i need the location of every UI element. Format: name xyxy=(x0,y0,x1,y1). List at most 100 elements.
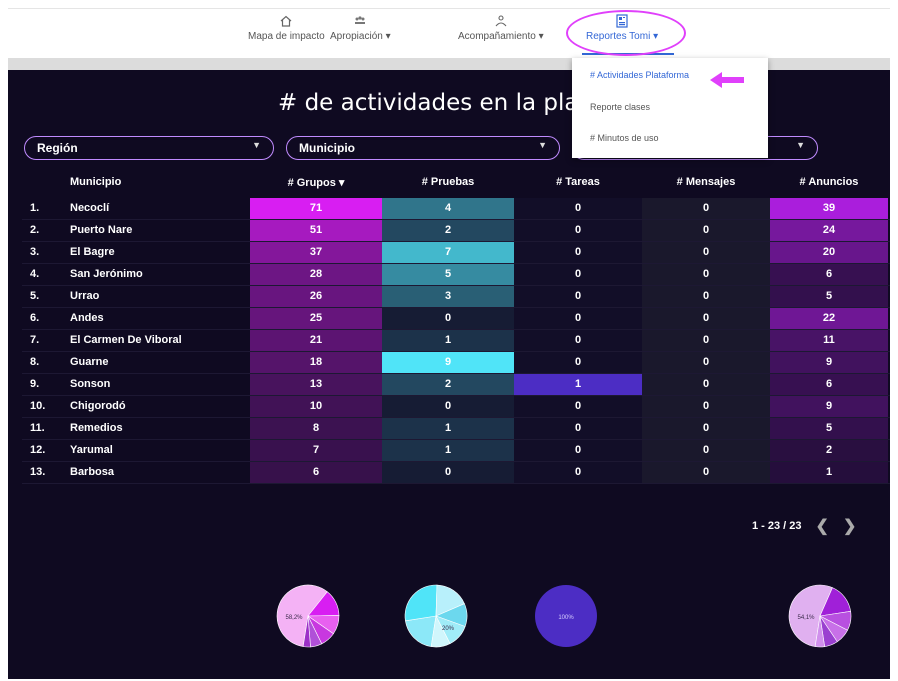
cell-grupos: 21 xyxy=(250,330,382,351)
header-tareas[interactable]: # Tareas xyxy=(514,176,642,194)
pie-tareas: 100% xyxy=(535,585,597,647)
cell-municipio: Puerto Nare xyxy=(70,224,133,236)
cell-tareas: 0 xyxy=(514,286,642,307)
cell-municipio: San Jerónimo xyxy=(70,268,143,280)
table-row[interactable]: 12. Yarumal 7 1 0 0 2 xyxy=(22,440,890,462)
table-row[interactable]: 9. Sonson 13 2 1 0 6 xyxy=(22,374,890,396)
row-index: 13. xyxy=(30,466,46,478)
pagination: 1 - 23 / 23 ❮ ❯ xyxy=(752,516,856,536)
top-divider xyxy=(8,8,890,9)
cell-tareas: 0 xyxy=(514,462,642,483)
table-row[interactable]: 2. Puerto Nare 51 2 0 0 24 xyxy=(22,220,890,242)
cell-municipio: Andes xyxy=(70,312,104,324)
cell-grupos: 7 xyxy=(250,440,382,461)
menu-item-reporte-clases[interactable]: Reporte clases xyxy=(590,102,650,112)
cell-anuncios: 9 xyxy=(770,352,888,373)
table-row[interactable]: 7. El Carmen De Viboral 21 1 0 0 11 xyxy=(22,330,890,352)
cell-mensajes: 0 xyxy=(642,264,770,285)
row-index: 10. xyxy=(30,400,46,412)
cell-pruebas: 1 xyxy=(382,418,514,439)
cell-tareas: 0 xyxy=(514,220,642,241)
nav-label: Apropiación ▾ xyxy=(330,31,391,42)
cell-grupos: 6 xyxy=(250,462,382,483)
chevron-right-icon[interactable]: ❯ xyxy=(843,516,856,536)
people-icon xyxy=(495,15,507,27)
cell-grupos: 10 xyxy=(250,396,382,417)
cell-anuncios: 22 xyxy=(770,308,888,329)
menu-item-minutos-de-uso[interactable]: # Minutos de uso xyxy=(590,133,659,143)
header-municipio[interactable]: Municipio xyxy=(70,176,121,194)
cell-municipio: Barbosa xyxy=(70,466,115,478)
header-grupos[interactable]: # Grupos ▾ xyxy=(250,176,382,194)
header-anuncios[interactable]: # Anuncios xyxy=(770,176,888,194)
cell-mensajes: 0 xyxy=(642,242,770,263)
cell-pruebas: 0 xyxy=(382,462,514,483)
cell-pruebas: 9 xyxy=(382,352,514,373)
row-index: 1. xyxy=(30,202,40,214)
pie-label: 58,2% xyxy=(285,615,303,621)
cell-anuncios: 11 xyxy=(770,330,888,351)
nav-mapa-de-impacto[interactable]: Mapa de impacto xyxy=(248,14,325,42)
cell-pruebas: 4 xyxy=(382,198,514,219)
pie-label: 54,1% xyxy=(797,615,815,621)
pie-pruebas: 20% xyxy=(404,584,468,648)
nav-apropiacion[interactable]: Apropiación ▾ xyxy=(330,14,391,42)
dashboard-panel: # de actividades en la plataf Región ▼ M… xyxy=(8,70,890,679)
cell-tareas: 0 xyxy=(514,330,642,351)
table-row[interactable]: 6. Andes 25 0 0 0 22 xyxy=(22,308,890,330)
pointer-arrow-icon xyxy=(710,72,744,88)
municipio-filter-label: Municipio xyxy=(299,141,355,155)
cell-anuncios: 2 xyxy=(770,440,888,461)
cell-municipio: Sonson xyxy=(70,378,111,390)
table-row[interactable]: 1. Necoclí 71 4 0 0 39 xyxy=(22,198,890,220)
chevron-down-icon: ▼ xyxy=(796,140,805,150)
cell-tareas: 0 xyxy=(514,242,642,263)
table-row[interactable]: 11. Remedios 8 1 0 0 5 xyxy=(22,418,890,440)
nav-label: Acompañamiento ▾ xyxy=(458,31,544,42)
row-divider xyxy=(22,483,890,484)
cell-grupos: 28 xyxy=(250,264,382,285)
cell-municipio: Guarne xyxy=(70,356,109,368)
cell-grupos: 18 xyxy=(250,352,382,373)
table-row[interactable]: 5. Urrao 26 3 0 0 5 xyxy=(22,286,890,308)
cell-grupos: 13 xyxy=(250,374,382,395)
cell-pruebas: 3 xyxy=(382,286,514,307)
cell-anuncios: 6 xyxy=(770,264,888,285)
table-row[interactable]: 3. El Bagre 37 7 0 0 20 xyxy=(22,242,890,264)
cell-tareas: 0 xyxy=(514,264,642,285)
pagination-label: 1 - 23 / 23 xyxy=(752,520,802,532)
row-index: 5. xyxy=(30,290,40,302)
cell-mensajes: 0 xyxy=(642,198,770,219)
cell-tareas: 0 xyxy=(514,198,642,219)
cell-grupos: 25 xyxy=(250,308,382,329)
row-index: 9. xyxy=(30,378,40,390)
cell-pruebas: 0 xyxy=(382,308,514,329)
header-mensajes[interactable]: # Mensajes xyxy=(642,176,770,194)
home-icon xyxy=(280,15,292,27)
chevron-down-icon: ▼ xyxy=(252,140,261,150)
cell-anuncios: 24 xyxy=(770,220,888,241)
cell-mensajes: 0 xyxy=(642,374,770,395)
chevron-down-icon: ▼ xyxy=(538,140,547,150)
table-row[interactable]: 4. San Jerónimo 28 5 0 0 6 xyxy=(22,264,890,286)
cell-mensajes: 0 xyxy=(642,418,770,439)
cell-mensajes: 0 xyxy=(642,440,770,461)
cell-grupos: 51 xyxy=(250,220,382,241)
cell-mensajes: 0 xyxy=(642,330,770,351)
cell-municipio: El Bagre xyxy=(70,246,115,258)
cell-tareas: 0 xyxy=(514,352,642,373)
header-pruebas[interactable]: # Pruebas xyxy=(382,176,514,194)
region-filter[interactable]: Región ▼ xyxy=(24,136,274,160)
row-index: 2. xyxy=(30,224,40,236)
table-row[interactable]: 10. Chigorodó 10 0 0 0 9 xyxy=(22,396,890,418)
table-row[interactable]: 8. Guarne 18 9 0 0 9 xyxy=(22,352,890,374)
cell-municipio: Remedios xyxy=(70,422,123,434)
menu-item-actividades-plataforma[interactable]: # Actividades Plataforma xyxy=(590,70,689,80)
row-index: 6. xyxy=(30,312,40,324)
cell-grupos: 26 xyxy=(250,286,382,307)
nav-acompanamiento[interactable]: Acompañamiento ▾ xyxy=(458,14,544,42)
municipio-filter[interactable]: Municipio ▼ xyxy=(286,136,560,160)
table-row[interactable]: 13. Barbosa 6 0 0 0 1 xyxy=(22,462,890,484)
chevron-left-icon[interactable]: ❮ xyxy=(816,516,829,536)
cell-anuncios: 20 xyxy=(770,242,888,263)
